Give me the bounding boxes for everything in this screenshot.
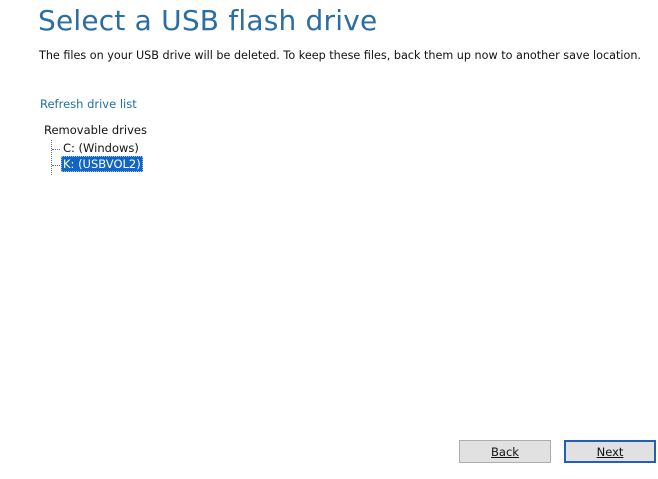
page-title: Select a USB flash drive [38, 4, 378, 37]
drive-tree[interactable]: Removable drives C: (Windows) K: (USBVOL… [40, 122, 160, 206]
tree-branch-line [52, 149, 60, 150]
next-button-label: Next [596, 444, 624, 459]
usb-drive-selection-page: Select a USB flash drive The files on yo… [0, 0, 658, 479]
tree-branch-line [52, 165, 60, 166]
back-button[interactable]: Back [459, 440, 551, 463]
tree-item-drive-c[interactable]: C: (Windows) [61, 140, 141, 156]
page-description: The files on your USB drive will be dele… [39, 49, 641, 62]
next-button[interactable]: Next [564, 440, 656, 463]
back-button-label: Back [491, 444, 519, 459]
tree-connector-line [51, 140, 52, 175]
tree-item-drive-k[interactable]: K: (USBVOL2) [61, 156, 143, 172]
refresh-drive-list-link[interactable]: Refresh drive list [40, 97, 137, 111]
tree-root-removable-drives: Removable drives [44, 123, 147, 137]
